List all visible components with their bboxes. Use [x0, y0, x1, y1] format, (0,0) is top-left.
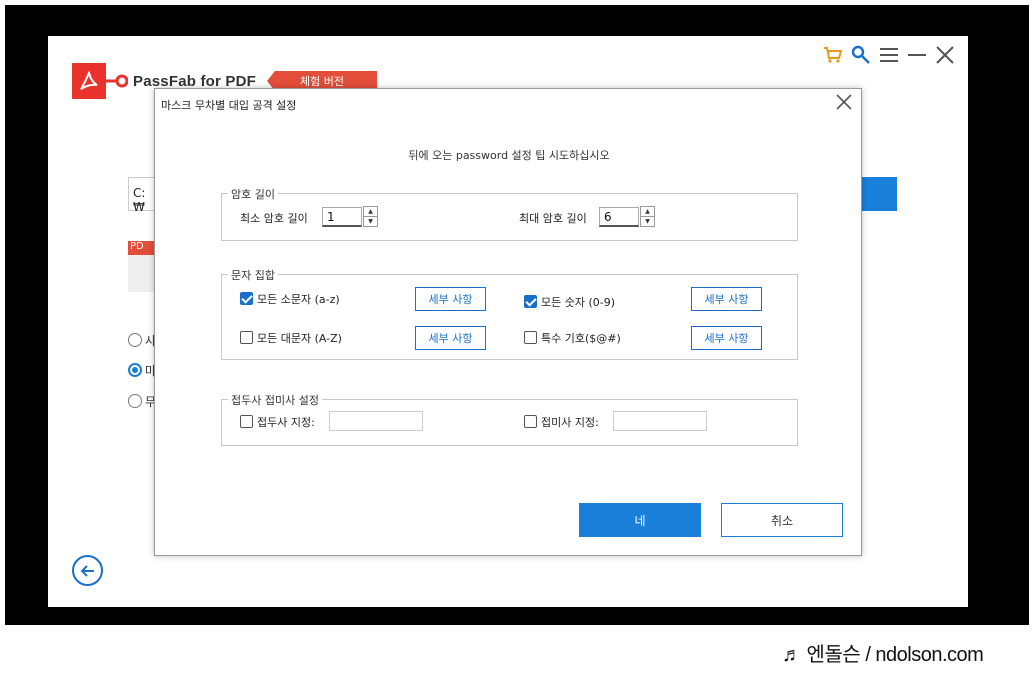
window-controls [822, 44, 956, 66]
spin-down-icon[interactable]: ▼ [641, 216, 654, 226]
dialog-hint: 뒤에 오는 password 설정 팁 시도하십시오 [408, 149, 610, 162]
back-button[interactable] [72, 555, 103, 586]
arrow-left-icon [80, 564, 94, 577]
lowercase-label: 모든 소문자 (a-z) [257, 293, 340, 306]
close-icon [836, 94, 852, 110]
password-length-title: 암호 길이 [228, 186, 278, 202]
watermark-text: ♬ 엔돌슨 / ndolson.com [782, 644, 984, 666]
max-length-spinner: 6 ▲ ▼ [599, 206, 655, 227]
uppercase-label: 모든 대문자 (A-Z) [257, 332, 342, 345]
affix-title: 접두사 접미사 설정 [228, 392, 322, 408]
lowercase-detail-button[interactable]: 세부 사항 [415, 287, 486, 311]
logo-key-icon [106, 74, 128, 88]
uppercase-checkbox[interactable] [240, 331, 253, 344]
password-length-group: 암호 길이 최소 암호 길이 1 ▲ ▼ 최대 암호 길이 6 ▲ ▼ [221, 186, 798, 241]
screenshot-stage: PassFab for PDF 체험 버전 C:₩ PD 사 마 무 마스크 무… [0, 0, 1034, 677]
dialog-title: 마스크 무차별 대입 공격 설정 [161, 99, 297, 112]
min-length-arrows: ▲ ▼ [363, 206, 378, 227]
attack-mode-radio-1[interactable] [128, 333, 142, 347]
prefix-checkbox[interactable] [240, 415, 253, 428]
dialog-close-button[interactable] [833, 93, 855, 115]
spin-down-icon[interactable]: ▼ [364, 216, 377, 226]
dialog-body: 뒤에 오는 password 설정 팁 시도하십시오 암호 길이 최소 암호 길… [159, 123, 859, 481]
min-length-input[interactable]: 1 [322, 207, 362, 227]
suffix-label: 접미사 지정: [541, 416, 599, 429]
browse-button[interactable] [860, 177, 897, 211]
ok-button[interactable]: 네 [579, 503, 701, 537]
cart-icon[interactable] [822, 44, 844, 66]
lowercase-checkbox[interactable] [240, 292, 253, 305]
prefix-label: 접두사 지정: [257, 416, 315, 429]
charset-group: 문자 집합 모든 소문자 (a-z) 세부 사항 모든 숫자 (0-9) 세부 … [221, 267, 798, 360]
max-length-label: 최대 암호 길이 [519, 212, 587, 225]
min-length-spinner: 1 ▲ ▼ [322, 206, 378, 227]
menu-icon[interactable] [878, 44, 900, 66]
suffix-checkbox[interactable] [524, 415, 537, 428]
affix-group: 접두사 접미사 설정 접두사 지정: 접미사 지정: [221, 392, 798, 446]
digits-label: 모든 숫자 (0-9) [541, 296, 616, 309]
spin-up-icon[interactable]: ▲ [641, 207, 654, 216]
special-checkbox[interactable] [524, 331, 537, 344]
digits-detail-button[interactable]: 세부 사항 [691, 287, 762, 311]
app-logo [72, 63, 106, 99]
minimize-icon[interactable] [906, 44, 928, 66]
prefix-input[interactable] [329, 411, 423, 431]
cancel-button[interactable]: 취소 [721, 503, 843, 537]
suffix-input[interactable] [613, 411, 707, 431]
key-icon[interactable] [850, 44, 872, 66]
min-length-label: 최소 암호 길이 [240, 212, 308, 225]
attack-mode-radio-3[interactable] [128, 394, 142, 408]
special-detail-button[interactable]: 세부 사항 [691, 326, 762, 350]
close-icon[interactable] [934, 44, 956, 66]
uppercase-detail-button[interactable]: 세부 사항 [415, 326, 486, 350]
max-length-input[interactable]: 6 [599, 207, 639, 227]
attack-mode-radio-2[interactable] [128, 363, 142, 377]
spin-up-icon[interactable]: ▲ [364, 207, 377, 216]
charset-title: 문자 집합 [228, 267, 278, 283]
max-length-arrows: ▲ ▼ [640, 206, 655, 227]
digits-checkbox[interactable] [524, 295, 537, 308]
special-label: 특수 기호($@#) [541, 332, 621, 345]
pdf-logo-icon [80, 70, 98, 90]
mask-attack-dialog: 마스크 무차별 대입 공격 설정 뒤에 오는 password 설정 팁 시도하… [154, 88, 862, 556]
